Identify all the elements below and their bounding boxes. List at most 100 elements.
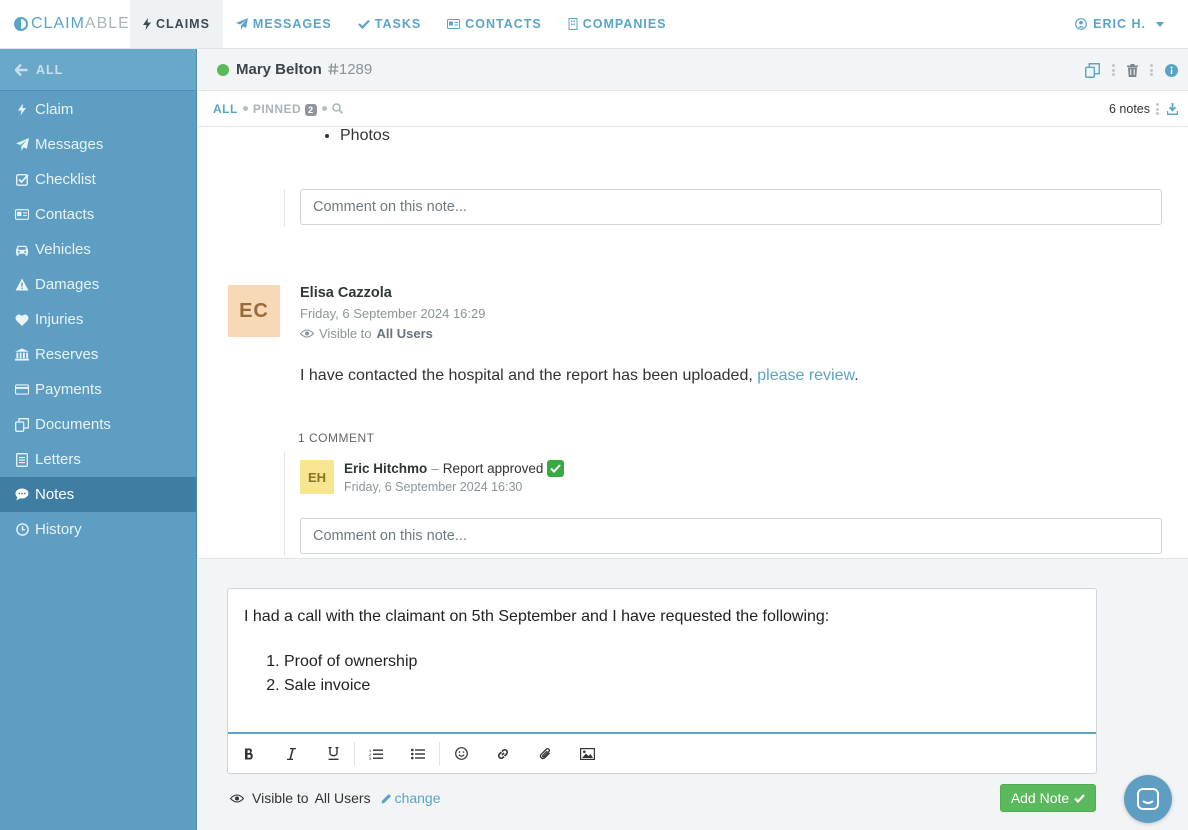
sidebar-item-messages[interactable]: Messages <box>0 127 196 162</box>
chat-icon <box>1137 788 1159 810</box>
image-icon <box>579 747 595 760</box>
link-button[interactable] <box>482 734 524 773</box>
sidebar-item-label: Payments <box>35 381 102 398</box>
tab-messages[interactable]: MESSAGES <box>223 0 345 48</box>
tab-claims[interactable]: CLAIMS <box>130 0 223 48</box>
sidebar-item-label: Documents <box>35 416 111 433</box>
sidebar-item-vehicles[interactable]: Vehicles <box>0 232 196 267</box>
sidebar-item-label: Messages <box>35 136 104 153</box>
sidebar-item-damages[interactable]: Damages <box>0 267 196 302</box>
sidebar-item-notes[interactable]: Notes <box>0 477 196 512</box>
notes-count: 6 notes <box>1108 102 1150 116</box>
filter-pinned-label: PINNED <box>252 101 302 116</box>
sidebar-item-injuries[interactable]: Injuries <box>0 302 196 337</box>
heart-icon <box>15 313 29 327</box>
visibility-prefix: Visible to <box>319 326 372 341</box>
list-item: Proof of ownership <box>284 650 1080 674</box>
sidebar-item-label: Vehicles <box>35 241 91 258</box>
note-text-area[interactable]: I had a call with the claimant on 5th Se… <box>228 589 1096 734</box>
tab-tasks[interactable]: TASKS <box>345 0 434 48</box>
credit-card-icon <box>15 383 29 397</box>
copy-icon[interactable] <box>1085 62 1100 78</box>
status-dot <box>217 63 229 76</box>
note-body: I have contacted the hospital and the re… <box>300 367 859 385</box>
sidebar-item-label: Checklist <box>35 171 96 188</box>
more-vertical-icon[interactable] <box>1150 64 1153 76</box>
more-vertical-icon[interactable] <box>1112 64 1115 76</box>
sidebar-item-documents[interactable]: Documents <box>0 407 196 442</box>
trash-icon[interactable] <box>1127 63 1138 77</box>
image-button[interactable] <box>566 734 608 773</box>
tab-label: MESSAGES <box>252 17 332 31</box>
avatar: EC <box>228 285 280 337</box>
header-actions <box>1085 49 1178 91</box>
tab-companies[interactable]: COMPANIES <box>555 0 680 48</box>
claim-number-text: 1289 <box>338 61 373 78</box>
tab-label: TASKS <box>374 17 422 31</box>
notes-filter-bar: ALL PINNED 2 6 notes <box>198 91 1188 127</box>
sidebar-item-label: Reserves <box>35 346 99 363</box>
add-note-button[interactable]: Add Note <box>1000 784 1096 812</box>
sidebar-item-contacts[interactable]: Contacts <box>0 197 196 232</box>
letter-icon <box>15 452 29 467</box>
claim-number: 1289 <box>328 61 372 78</box>
back-to-all-link[interactable]: ALL <box>0 49 196 91</box>
clock-icon <box>15 523 29 537</box>
comment-icon <box>15 488 29 502</box>
previous-note-list: Photos <box>340 127 390 145</box>
sidebar-item-label: Claim <box>35 101 74 118</box>
italic-icon <box>286 747 296 760</box>
support-chat-button[interactable] <box>1124 775 1172 823</box>
app-logo[interactable]: CLAIM ABLE <box>0 0 130 48</box>
sidebar-item-label: Injuries <box>35 311 84 328</box>
claim-sidebar: ALL Claim Messages Checklist Contacts Ve… <box>0 49 197 830</box>
user-menu[interactable]: ERIC H. <box>1075 0 1164 48</box>
bullet-list-button[interactable] <box>397 734 439 773</box>
info-icon[interactable] <box>1165 63 1178 77</box>
italic-button[interactable] <box>270 734 312 773</box>
sidebar-item-label: Damages <box>35 276 100 293</box>
sidebar-item-claim[interactable]: Claim <box>0 92 196 127</box>
notes-feed: Photos Comment on this note... EC Elisa … <box>198 127 1188 558</box>
sidebar-item-letters[interactable]: Letters <box>0 442 196 477</box>
eye-icon <box>300 329 314 338</box>
comments-count[interactable]: 1 COMMENT <box>298 431 375 445</box>
emoji-button[interactable] <box>440 734 482 773</box>
filter-all[interactable]: ALL <box>213 102 238 116</box>
note-editor: I had a call with the claimant on 5th Se… <box>227 588 1097 774</box>
composer-intro: I had a call with the claimant on 5th Se… <box>244 608 830 625</box>
arrow-left-icon <box>15 63 28 76</box>
pinned-count-badge: 2 <box>305 103 317 116</box>
tab-label: CONTACTS <box>465 17 542 31</box>
change-visibility-link[interactable]: change <box>381 790 441 806</box>
claimant-name[interactable]: Mary Belton <box>236 61 322 78</box>
visibility-prefix: Visible to <box>252 790 309 806</box>
filter-actions <box>1156 91 1178 127</box>
bold-button[interactable] <box>228 734 270 773</box>
attach-button[interactable] <box>524 734 566 773</box>
review-link[interactable]: please review <box>757 367 854 384</box>
tab-label: COMPANIES <box>582 17 667 31</box>
sidebar-item-reserves[interactable]: Reserves <box>0 337 196 372</box>
sidebar-item-history[interactable]: History <box>0 512 196 547</box>
check-icon <box>1074 793 1085 803</box>
sidebar-item-payments[interactable]: Payments <box>0 372 196 407</box>
filter-pinned[interactable]: PINNED 2 <box>253 102 317 116</box>
underline-button[interactable] <box>312 734 354 773</box>
top-navigation: CLAIM ABLE CLAIMS MESSAGES TASKS CONTACTS… <box>0 0 1188 49</box>
paper-plane-icon <box>15 138 29 152</box>
comment-header: Eric Hitchmo – Report approved <box>344 460 565 477</box>
note-body-end: . <box>854 367 859 384</box>
download-icon[interactable] <box>1167 103 1178 115</box>
search-icon[interactable] <box>331 103 343 114</box>
more-vertical-icon[interactable] <box>1156 103 1159 115</box>
smiley-icon <box>454 747 468 760</box>
claim-header: Mary Belton 1289 <box>198 49 1188 91</box>
bolt-icon <box>143 18 151 30</box>
visibility-audience: All Users <box>314 790 371 806</box>
ordered-list-button[interactable]: 123 <box>355 734 397 773</box>
tab-contacts[interactable]: CONTACTS <box>434 0 555 48</box>
comment-input[interactable]: Comment on this note... <box>300 518 1162 554</box>
sidebar-item-checklist[interactable]: Checklist <box>0 162 196 197</box>
comment-input[interactable]: Comment on this note... <box>300 189 1162 225</box>
